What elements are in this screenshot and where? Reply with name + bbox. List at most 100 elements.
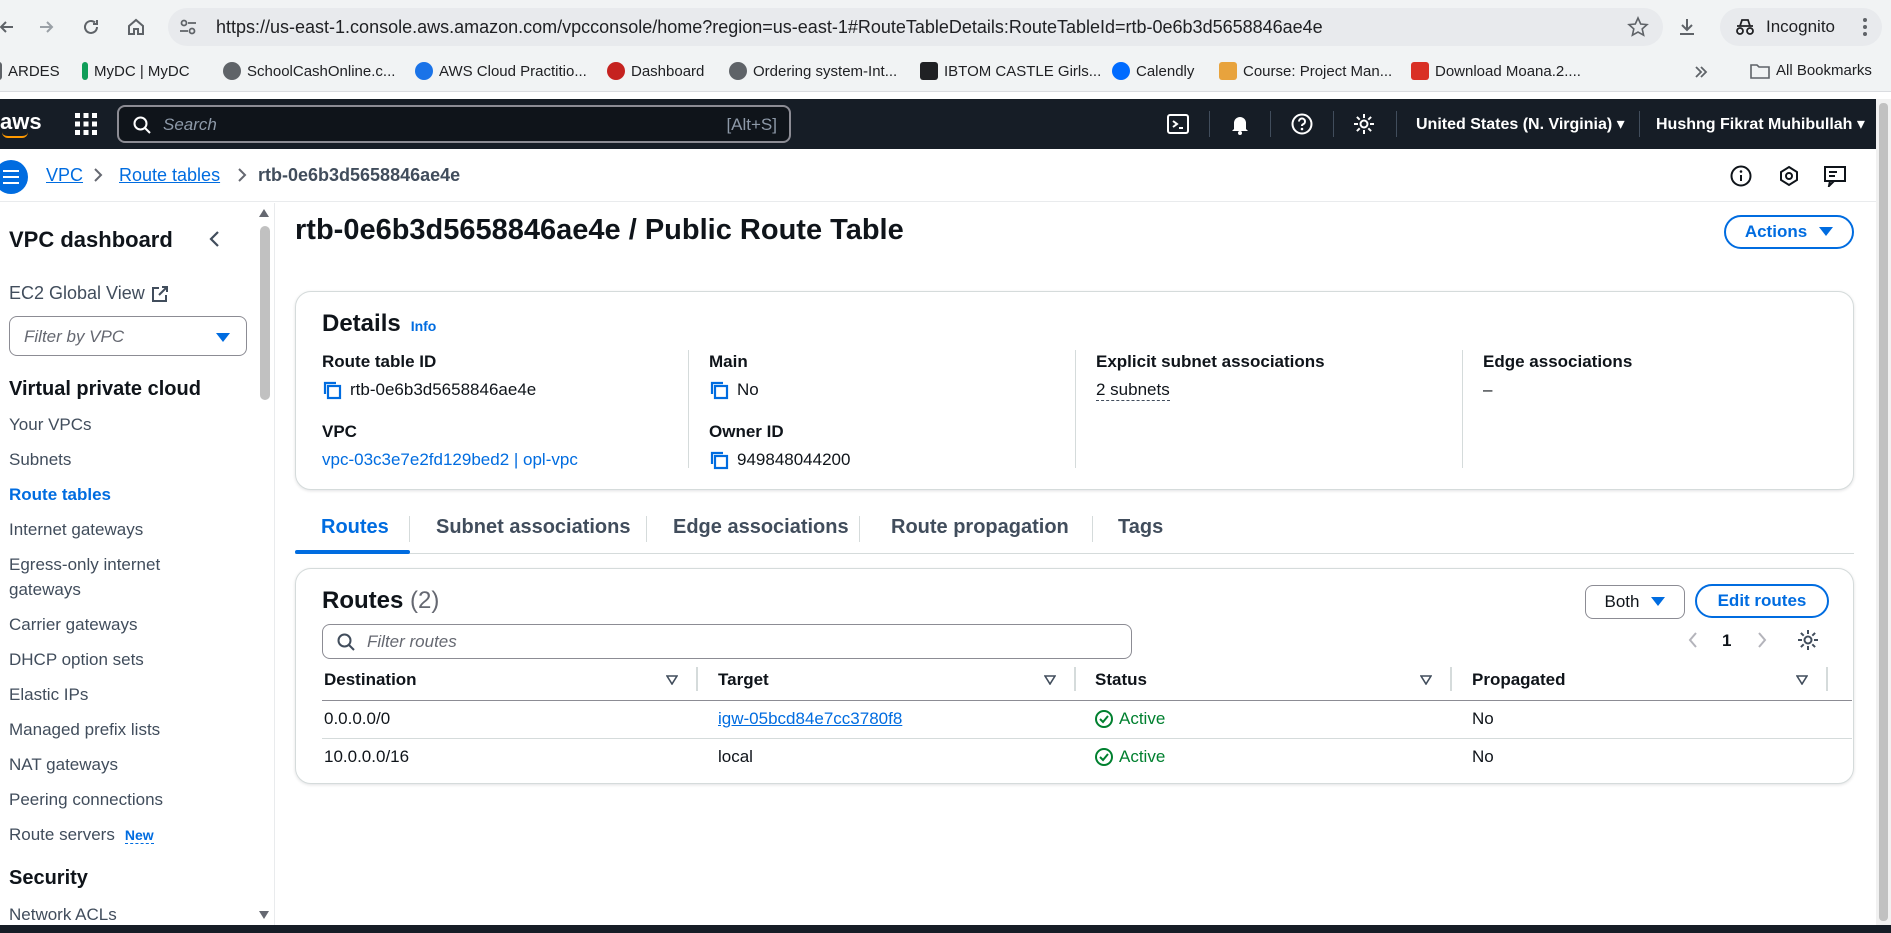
more-bookmarks-icon[interactable] xyxy=(1693,64,1709,80)
actions-button[interactable]: Actions xyxy=(1724,215,1854,249)
collapse-sidebar-icon[interactable] xyxy=(208,229,222,249)
bookmark-favicon-icon xyxy=(223,62,241,80)
cloudshell-icon[interactable] xyxy=(1167,113,1189,135)
info-circle-icon[interactable] xyxy=(1730,165,1752,187)
services-grid-icon[interactable] xyxy=(75,113,97,135)
prev-page-icon[interactable] xyxy=(1687,631,1699,649)
security-shield-icon[interactable] xyxy=(1778,165,1800,187)
sidebar-item-route-servers[interactable]: Route servers New xyxy=(9,822,154,848)
sidebar-item-your-vpcs[interactable]: Your VPCs xyxy=(9,412,92,437)
sidebar-item-subnets[interactable]: Subnets xyxy=(9,447,71,472)
column-resizer[interactable] xyxy=(696,667,698,691)
sidebar-item-peering-connections[interactable]: Peering connections xyxy=(9,787,163,812)
bookmark-item[interactable]: ARDES xyxy=(0,62,60,80)
bell-icon[interactable] xyxy=(1229,113,1251,135)
caret-down-icon xyxy=(1819,227,1834,236)
sidebar-item-network-acls[interactable]: Network ACLs xyxy=(9,902,117,925)
copy-icon[interactable] xyxy=(322,380,342,400)
column-resizer[interactable] xyxy=(1450,667,1452,691)
forward-icon[interactable] xyxy=(31,12,61,42)
home-icon[interactable] xyxy=(121,12,151,42)
sidebar-item-route-tables[interactable]: Route tables xyxy=(9,482,111,507)
bookmark-star-icon[interactable] xyxy=(1627,16,1649,38)
tab-route-propagation[interactable]: Route propagation xyxy=(891,516,1069,539)
back-icon[interactable] xyxy=(0,12,22,42)
bookmark-item[interactable]: MyDC | MyDC xyxy=(82,62,190,80)
account-menu[interactable]: Hushng Fikrat Muhibullah ▾ xyxy=(1656,114,1865,134)
sidebar-item-carrier-gateways[interactable]: Carrier gateways xyxy=(9,612,138,637)
all-bookmarks[interactable]: All Bookmarks xyxy=(1750,62,1872,79)
column-resizer[interactable] xyxy=(1826,667,1828,691)
bookmark-item[interactable]: AWS Cloud Practitio... xyxy=(415,62,587,80)
edit-routes-button[interactable]: Edit routes xyxy=(1695,584,1829,618)
column-header-target[interactable]: Target xyxy=(718,670,769,690)
detail-tabs: Routes Subnet associations Edge associat… xyxy=(295,508,1854,554)
browser-toolbar: https://us-east-1.console.aws.amazon.com… xyxy=(0,0,1891,54)
bookmark-item[interactable]: Course: Project Man... xyxy=(1219,62,1392,80)
sidebar-item-egress-only-gateways[interactable]: Egress-only internet gateways xyxy=(9,552,189,602)
breadcrumb-route-tables[interactable]: Route tables xyxy=(119,165,220,186)
tab-subnet-associations[interactable]: Subnet associations xyxy=(436,516,631,539)
tab-edge-associations[interactable]: Edge associations xyxy=(673,516,849,539)
route-filter-select[interactable]: Both xyxy=(1585,585,1685,619)
column-header-destination[interactable]: Destination xyxy=(324,670,417,690)
column-header-propagated[interactable]: Propagated xyxy=(1472,670,1566,690)
sort-icon[interactable] xyxy=(666,675,678,685)
feedback-icon[interactable] xyxy=(1824,165,1846,187)
address-bar[interactable]: https://us-east-1.console.aws.amazon.com… xyxy=(168,8,1663,46)
reload-icon[interactable] xyxy=(76,12,106,42)
column-resizer[interactable] xyxy=(1074,667,1076,691)
next-page-icon[interactable] xyxy=(1756,631,1768,649)
region-selector[interactable]: United States (N. Virginia) ▾ xyxy=(1416,114,1625,134)
info-link[interactable]: Info xyxy=(411,318,437,334)
sidebar-scrollbar[interactable] xyxy=(260,226,270,400)
bookmark-item[interactable]: Calendly xyxy=(1112,62,1194,80)
sidebar-item-internet-gateways[interactable]: Internet gateways xyxy=(9,517,143,542)
sort-icon[interactable] xyxy=(1044,675,1056,685)
sidebar-item-ec2-global-view[interactable]: EC2 Global View xyxy=(9,283,169,304)
table-settings-icon[interactable] xyxy=(1797,629,1819,651)
copy-icon[interactable] xyxy=(709,450,729,470)
breadcrumb-vpc[interactable]: VPC xyxy=(46,165,83,186)
filter-by-vpc-select[interactable]: Filter by VPC xyxy=(9,316,247,356)
sort-icon[interactable] xyxy=(1420,675,1432,685)
settings-gear-icon[interactable] xyxy=(1353,113,1375,135)
tab-tags[interactable]: Tags xyxy=(1118,516,1163,539)
cell-status: Active xyxy=(1095,709,1165,729)
row-divider xyxy=(322,738,1852,739)
cell-target-link[interactable]: igw-05bcd84e7cc3780f8 xyxy=(718,709,902,729)
help-icon[interactable] xyxy=(1291,113,1313,135)
nav-divider xyxy=(1333,111,1334,137)
sidebar-item-managed-prefix-lists[interactable]: Managed prefix lists xyxy=(9,717,160,742)
download-icon[interactable] xyxy=(1676,16,1698,38)
sidebar-item-elastic-ips[interactable]: Elastic IPs xyxy=(9,682,88,707)
sidebar-item-nat-gateways[interactable]: NAT gateways xyxy=(9,752,118,777)
bookmark-item[interactable]: Ordering system-Int... xyxy=(729,62,897,80)
page-scrollbar[interactable] xyxy=(1876,99,1891,925)
vpc-link[interactable]: vpc-03c3e7e2fd129bed2 | opl-vpc xyxy=(322,450,682,470)
site-info-icon[interactable] xyxy=(178,17,198,37)
page-title: rtb-0e6b3d5658846ae4e / Public Route Tab… xyxy=(295,214,904,246)
sidebar-title[interactable]: VPC dashboard xyxy=(9,227,173,253)
sidebar-item-dhcp-option-sets[interactable]: DHCP option sets xyxy=(9,647,144,672)
hamburger-menu-icon[interactable] xyxy=(0,160,28,194)
copy-icon[interactable] xyxy=(709,380,729,400)
page-scrollbar-thumb[interactable] xyxy=(1879,103,1888,921)
bookmark-item[interactable]: Download Moana.2.... xyxy=(1411,62,1581,80)
sidebar-section-vpc: Virtual private cloud xyxy=(9,378,201,400)
bookmark-item[interactable]: SchoolCashOnline.c... xyxy=(223,62,395,80)
filter-routes-input[interactable]: Filter routes xyxy=(322,624,1132,659)
bookmark-item[interactable]: IBTOM CASTLE Girls... xyxy=(920,62,1101,80)
column-header-status[interactable]: Status xyxy=(1095,670,1147,690)
scroll-up-icon[interactable] xyxy=(258,208,270,218)
page-number[interactable]: 1 xyxy=(1722,631,1731,651)
browser-menu-icon[interactable] xyxy=(1862,16,1868,38)
explicit-subnet-associations-value[interactable]: 2 subnets xyxy=(1096,380,1170,401)
scroll-down-icon[interactable] xyxy=(258,910,270,920)
incognito-badge[interactable]: Incognito xyxy=(1720,8,1882,46)
bookmark-item[interactable]: Dashboard xyxy=(607,62,704,80)
incognito-icon xyxy=(1734,18,1756,36)
console-search-input[interactable]: Search [Alt+S] xyxy=(117,105,791,143)
tab-routes[interactable]: Routes xyxy=(321,516,389,539)
sort-icon[interactable] xyxy=(1796,675,1808,685)
